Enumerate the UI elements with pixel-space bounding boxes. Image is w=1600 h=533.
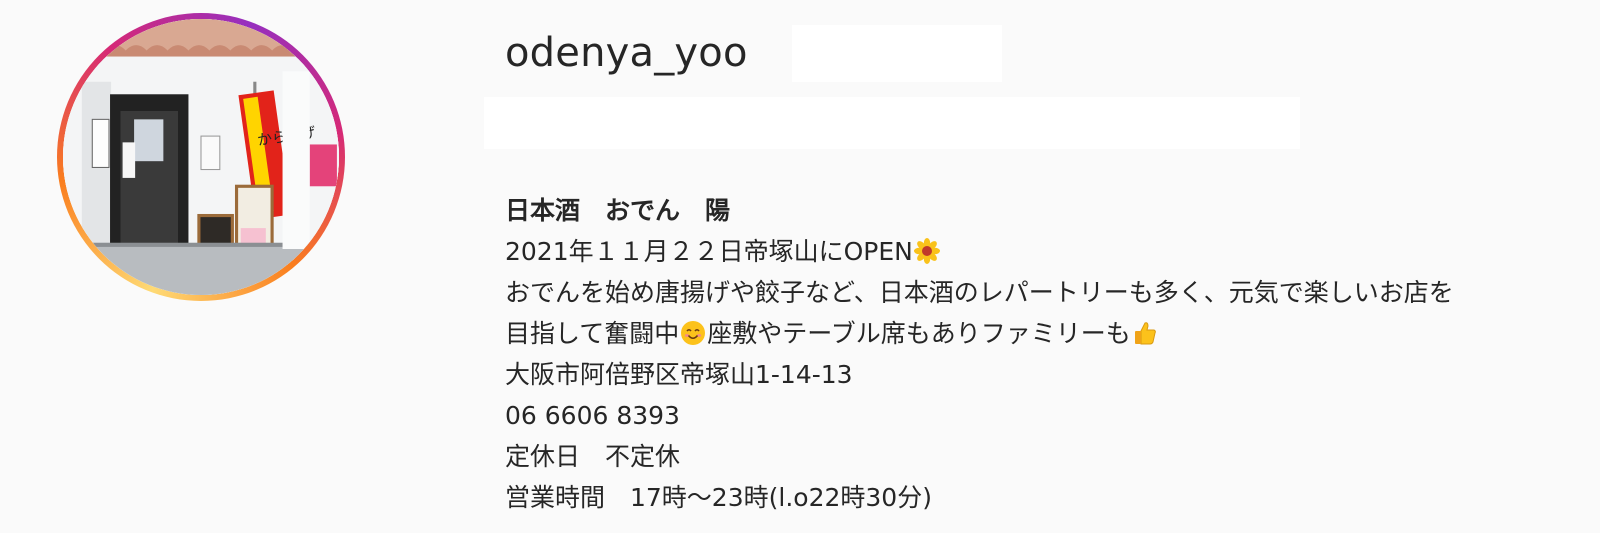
bio-description-line: おでんを始め唐揚げや餃子など、日本酒のレパートリーも多く、元気で楽しいお店を — [505, 278, 1454, 307]
bio-description-line: 目指して奮闘中 座敷やテーブル席もありファミリーも — [505, 313, 1585, 354]
bio-description-text: 目指して奮闘中 — [505, 319, 680, 348]
bio-display-name: 日本酒 おでん 陽 — [505, 196, 731, 225]
redacted-area — [792, 25, 1002, 82]
thumbs-up-emoji-icon — [1134, 322, 1156, 345]
profile-avatar[interactable]: からあげ — [57, 13, 345, 301]
avatar-photo: からあげ — [63, 19, 339, 295]
bio-opening-text: 2021年１１月２２日帝塚山にOPEN — [505, 237, 913, 266]
storefront-photo: からあげ — [63, 19, 339, 295]
redacted-area — [484, 97, 1300, 149]
bio-hours: 営業時間 17時〜23時(l.o22時30分) — [505, 483, 932, 512]
bio-address: 大阪市阿倍野区帝塚山1-14-13 — [505, 360, 853, 389]
profile-username: odenya_yoo — [505, 30, 748, 76]
bio-holiday: 定休日 不定休 — [505, 442, 681, 471]
smiling-face-emoji-icon — [681, 321, 706, 345]
bio-description-text: 座敷やテーブル席もありファミリーも — [707, 319, 1131, 348]
bio-phone: 06 6606 8393 — [505, 401, 680, 430]
profile-bio: 日本酒 おでん 陽 2021年１１月２２日帝塚山にOPEN おでんを始め唐揚げや… — [505, 190, 1585, 518]
sunflower-emoji-icon — [913, 238, 940, 264]
profile-header: からあげ odenya_yoo 日本酒 おでん 陽 2021年１１月２２日帝塚山… — [0, 0, 1600, 533]
bio-line-opening: 2021年１１月２２日帝塚山にOPEN — [505, 231, 1585, 272]
